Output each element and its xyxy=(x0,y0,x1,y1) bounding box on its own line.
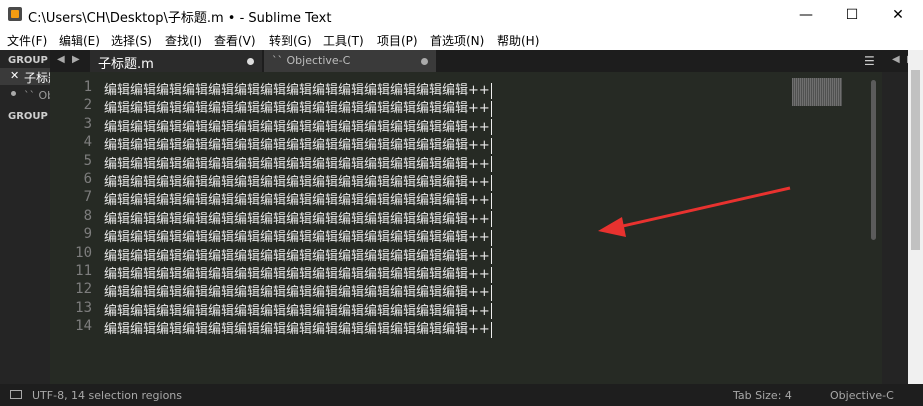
status-syntax[interactable]: Objective-C xyxy=(830,389,894,402)
status-bar: UTF-8, 14 selection regions Tab Size: 4 … xyxy=(0,384,923,406)
annotation-arrow-icon xyxy=(598,186,791,237)
panel-toggle-icon[interactable] xyxy=(10,390,22,399)
status-tab-size[interactable]: Tab Size: 4 xyxy=(733,389,792,402)
status-encoding-selection: UTF-8, 14 selection regions xyxy=(32,389,183,402)
